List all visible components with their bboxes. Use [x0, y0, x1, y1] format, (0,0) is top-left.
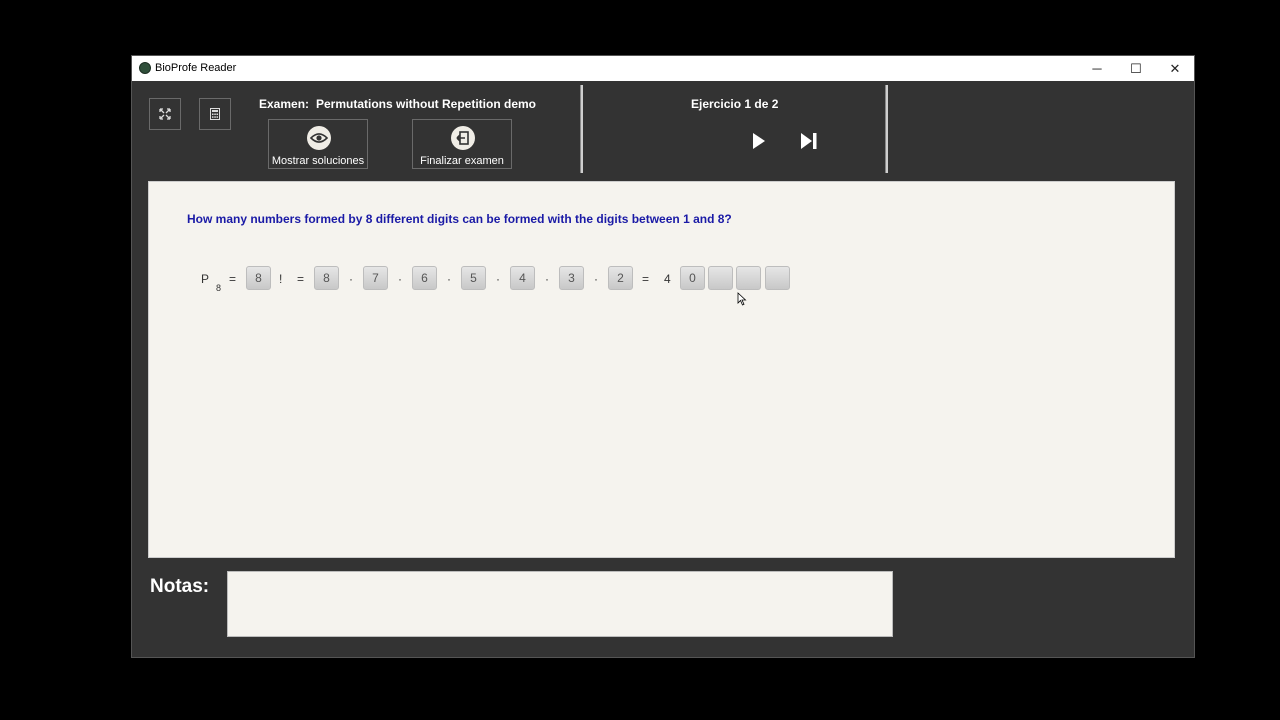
formula-p-subscript: 8	[216, 283, 222, 293]
skip-next-icon[interactable]	[800, 132, 818, 150]
app-logo-icon	[139, 62, 151, 74]
maximize-button[interactable]: ☐	[1117, 56, 1155, 81]
answer-box-factor[interactable]: 6	[412, 266, 437, 290]
exit-icon	[451, 126, 475, 150]
answer-box-result[interactable]	[736, 266, 761, 290]
finish-exam-label: Finalizar examen	[420, 155, 504, 167]
mouse-cursor-icon	[737, 292, 747, 306]
answer-box-factor[interactable]: 4	[510, 266, 535, 290]
answer-box-factor[interactable]: 8	[314, 266, 339, 290]
formula-p: P	[201, 272, 210, 286]
formula-factorial: !	[279, 272, 283, 286]
eye-icon	[307, 126, 331, 150]
app-window: BioProfe Reader ─ ☐ ✕ Examen: Permutatio…	[131, 55, 1195, 658]
formula-dot: ·	[398, 272, 402, 286]
minimize-button[interactable]: ─	[1078, 56, 1116, 81]
exam-label: Examen:	[259, 97, 310, 111]
formula: P 8 = 8 ! = 8 · 7 · 6 · 5 · 4 · 3 · 2 = …	[149, 266, 1174, 296]
result-prefix: 4	[664, 272, 671, 286]
fullscreen-button[interactable]	[149, 98, 181, 130]
window-title: BioProfe Reader	[155, 62, 237, 74]
answer-box-factor[interactable]: 7	[363, 266, 388, 290]
answer-box-factor[interactable]: 5	[461, 266, 486, 290]
show-solutions-label: Mostrar soluciones	[271, 155, 365, 167]
close-button[interactable]: ✕	[1156, 56, 1194, 81]
calculator-icon	[210, 108, 220, 120]
answer-box-result[interactable]: 0	[680, 266, 705, 290]
formula-dot: ·	[594, 272, 598, 286]
toolbar-divider	[580, 85, 583, 173]
exercise-counter: Ejercicio 1 de 2	[691, 97, 779, 111]
answer-box-result[interactable]	[708, 266, 733, 290]
formula-dot: ·	[349, 272, 353, 286]
title-bar: BioProfe Reader ─ ☐ ✕	[132, 56, 1194, 81]
exam-name: Permutations without Repetition demo	[316, 97, 537, 111]
formula-dot: ·	[496, 272, 500, 286]
answer-box-factor[interactable]: 3	[559, 266, 584, 290]
formula-equals: =	[297, 272, 305, 286]
notes-input[interactable]	[227, 571, 893, 637]
formula-equals: =	[642, 272, 650, 286]
answer-box-factor[interactable]: 2	[608, 266, 633, 290]
expand-icon	[159, 108, 171, 120]
question-text: How many numbers formed by 8 different d…	[187, 212, 732, 226]
toolbar-divider	[885, 85, 888, 173]
exercise-panel: How many numbers formed by 8 different d…	[148, 181, 1175, 558]
formula-dot: ·	[447, 272, 451, 286]
play-icon[interactable]	[752, 132, 766, 150]
notes-label: Notas:	[150, 576, 210, 597]
formula-equals: =	[229, 272, 237, 286]
formula-dot: ·	[545, 272, 549, 286]
answer-box-n[interactable]: 8	[246, 266, 271, 290]
finish-exam-button[interactable]: Finalizar examen	[412, 119, 512, 169]
show-solutions-button[interactable]: Mostrar soluciones	[268, 119, 368, 169]
answer-box-result[interactable]	[765, 266, 790, 290]
calculator-button[interactable]	[199, 98, 231, 130]
